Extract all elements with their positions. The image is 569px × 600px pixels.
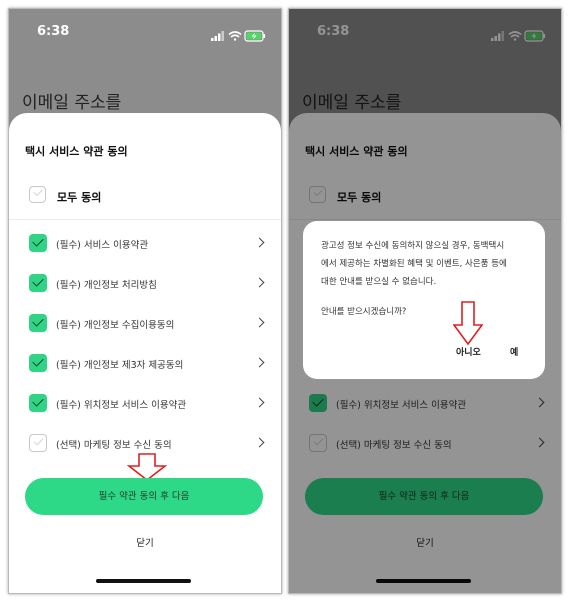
divider <box>9 219 281 220</box>
dialog-message-line: 에서 제공하는 차별화된 혜택 및 이벤트, 사은품 등에 <box>321 259 507 269</box>
term-row-third-party[interactable]: (필수) 개인정보 제3자 제공동의 <box>9 352 281 376</box>
battery-charging-icon <box>244 30 266 42</box>
term-checkbox[interactable] <box>29 314 47 332</box>
chevron-right-icon[interactable] <box>254 357 265 368</box>
chevron-right-icon[interactable] <box>254 277 265 288</box>
term-row-location[interactable]: (필수) 위치정보 서비스 이용약관 <box>9 392 281 416</box>
term-label: (필수) 위치정보 서비스 이용약관 <box>56 400 187 411</box>
term-label: (필수) 개인정보 수집이용동의 <box>56 320 175 331</box>
close-button[interactable]: 닫기 <box>9 535 281 549</box>
agree-next-button[interactable]: 필수 약관 동의 후 다음 <box>25 478 263 515</box>
terms-bottom-sheet: 택시 서비스 약관 동의 모두 동의 (필수) 서비스 이용약관 (필수) 개인… <box>9 113 281 593</box>
status-time: 6:38 <box>37 24 70 39</box>
red-down-arrow-icon <box>453 301 483 345</box>
dialog-yes-button[interactable]: 예 <box>510 345 518 358</box>
term-checkbox[interactable] <box>29 394 47 412</box>
term-label: (필수) 개인정보 처리방침 <box>56 280 157 291</box>
term-row-data-collection[interactable]: (필수) 개인정보 수집이용동의 <box>9 312 281 336</box>
agree-all-row[interactable]: 모두 동의 <box>9 181 281 211</box>
chevron-right-icon[interactable] <box>254 237 265 248</box>
sheet-title: 택시 서비스 약관 동의 <box>25 145 128 158</box>
red-down-arrow-icon <box>127 453 167 481</box>
chevron-right-icon[interactable] <box>254 317 265 328</box>
term-checkbox[interactable] <box>29 354 47 372</box>
agree-all-checkbox[interactable] <box>29 186 46 203</box>
screen-heading: 이메일 주소를 <box>22 93 122 113</box>
term-label: (선택) 마케팅 정보 수신 동의 <box>56 440 172 451</box>
term-checkbox[interactable] <box>29 234 47 252</box>
phone-screen-left: 6:38 이메일 주소를 택시 서비스 약관 동의 모두 동의 (필수) 서비스… <box>8 8 282 594</box>
term-label: (필수) 서비스 이용약관 <box>56 240 149 251</box>
term-row-privacy-policy[interactable]: (필수) 개인정보 처리방침 <box>9 272 281 296</box>
term-checkbox[interactable] <box>29 434 47 452</box>
phone-screen-right: 6:38 이메일 주소를 택시 서비스 약관 동의 모두 동의 (필수) 위치정… <box>288 8 562 594</box>
status-bar: 6:38 <box>9 9 281 55</box>
dialog-message-line: 대한 안내를 받으실 수 없습니다. <box>321 277 437 287</box>
agree-all-label: 모두 동의 <box>57 191 102 204</box>
wifi-icon <box>228 31 242 41</box>
chevron-right-icon[interactable] <box>254 437 265 448</box>
term-label: (필수) 개인정보 제3자 제공동의 <box>56 360 184 371</box>
dialog-message: 광고성 정보 수신에 동의하지 않으실 경우, 동백택시 에서 제공하는 차별화… <box>321 237 533 291</box>
status-icons <box>211 27 267 46</box>
marketing-consent-dialog: 광고성 정보 수신에 동의하지 않으실 경우, 동백택시 에서 제공하는 차별화… <box>303 221 545 379</box>
home-indicator <box>96 579 191 583</box>
signal-icon <box>211 31 224 41</box>
dialog-no-button[interactable]: 아니오 <box>456 345 481 358</box>
chevron-right-icon[interactable] <box>254 397 265 408</box>
dialog-question: 안내를 받으시겠습니까? <box>321 307 407 317</box>
term-checkbox[interactable] <box>29 274 47 292</box>
term-row-service[interactable]: (필수) 서비스 이용약관 <box>9 232 281 256</box>
dialog-message-line: 광고성 정보 수신에 동의하지 않으실 경우, 동백택시 <box>321 241 505 251</box>
